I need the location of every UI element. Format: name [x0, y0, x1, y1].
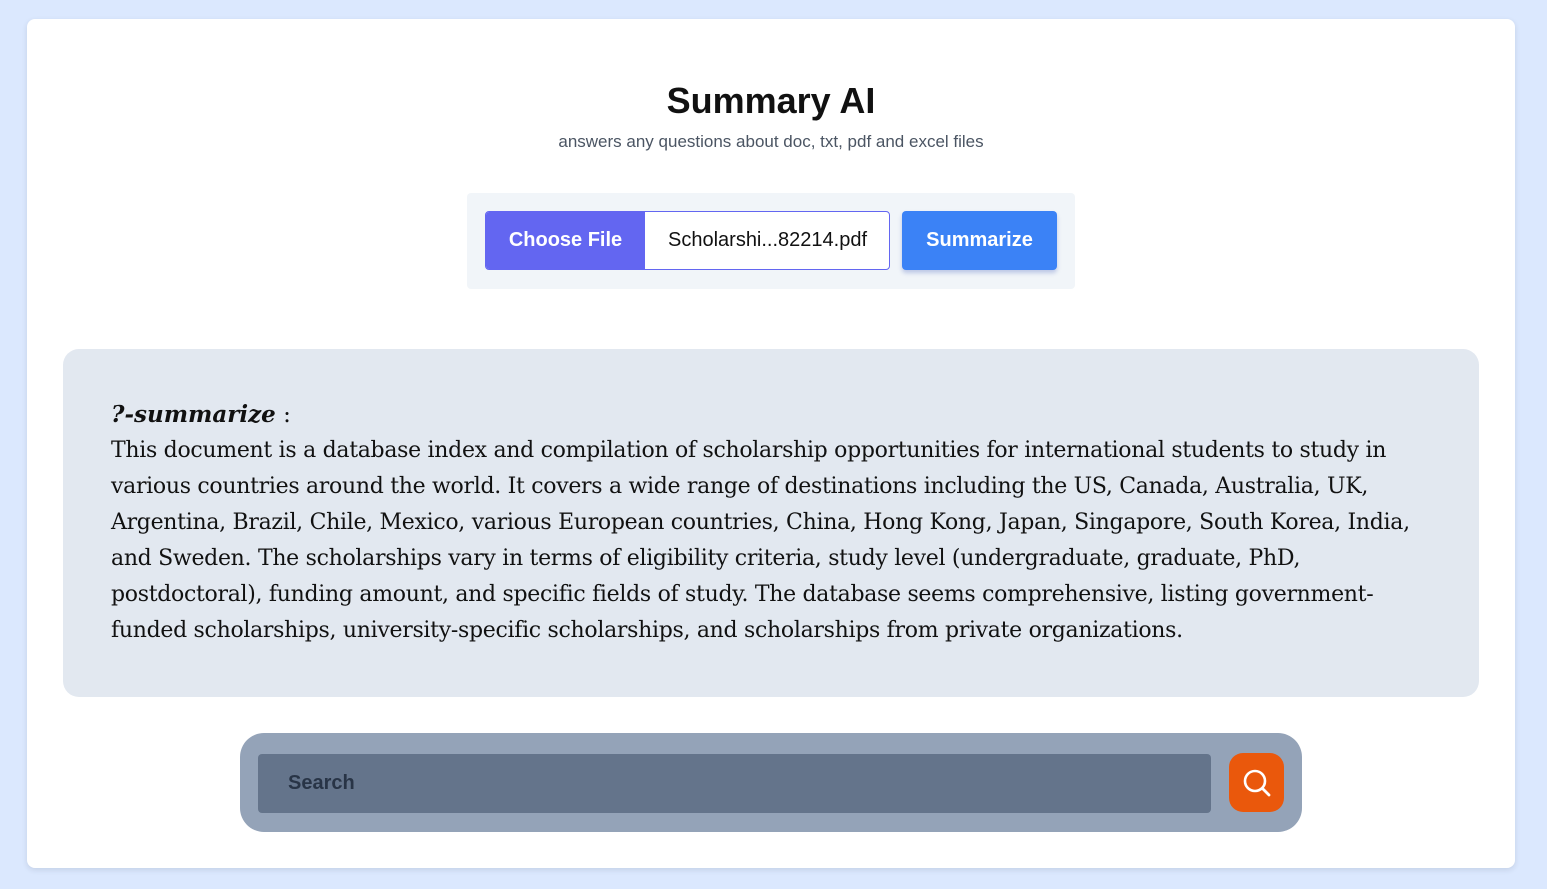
summarize-button[interactable]: Summarize [902, 211, 1057, 270]
summary-command: ?-summarize [111, 401, 276, 428]
selected-file-name: Scholarshi...82214.pdf [668, 229, 868, 251]
search-button[interactable] [1229, 753, 1284, 812]
summary-panel: ?-summarize : This document is a databas… [63, 349, 1479, 697]
summary-text: This document is a database index and co… [111, 438, 1410, 643]
search-bar [240, 733, 1302, 832]
page-subtitle: answers any questions about doc, txt, pd… [558, 132, 984, 151]
main-card: Summary AI answers any questions about d… [27, 19, 1515, 868]
file-input[interactable]: Choose File Scholarshi...82214.pdf [485, 211, 890, 270]
upload-panel: Choose File Scholarshi...82214.pdf Summa… [467, 193, 1075, 289]
choose-file-button[interactable]: Choose File [486, 212, 645, 269]
search-icon [1243, 769, 1270, 796]
search-input[interactable] [258, 754, 1211, 813]
summary-separator: : [275, 402, 291, 428]
summary-heading: ?-summarize : [111, 399, 1431, 431]
page-title: Summary AI [666, 80, 876, 121]
